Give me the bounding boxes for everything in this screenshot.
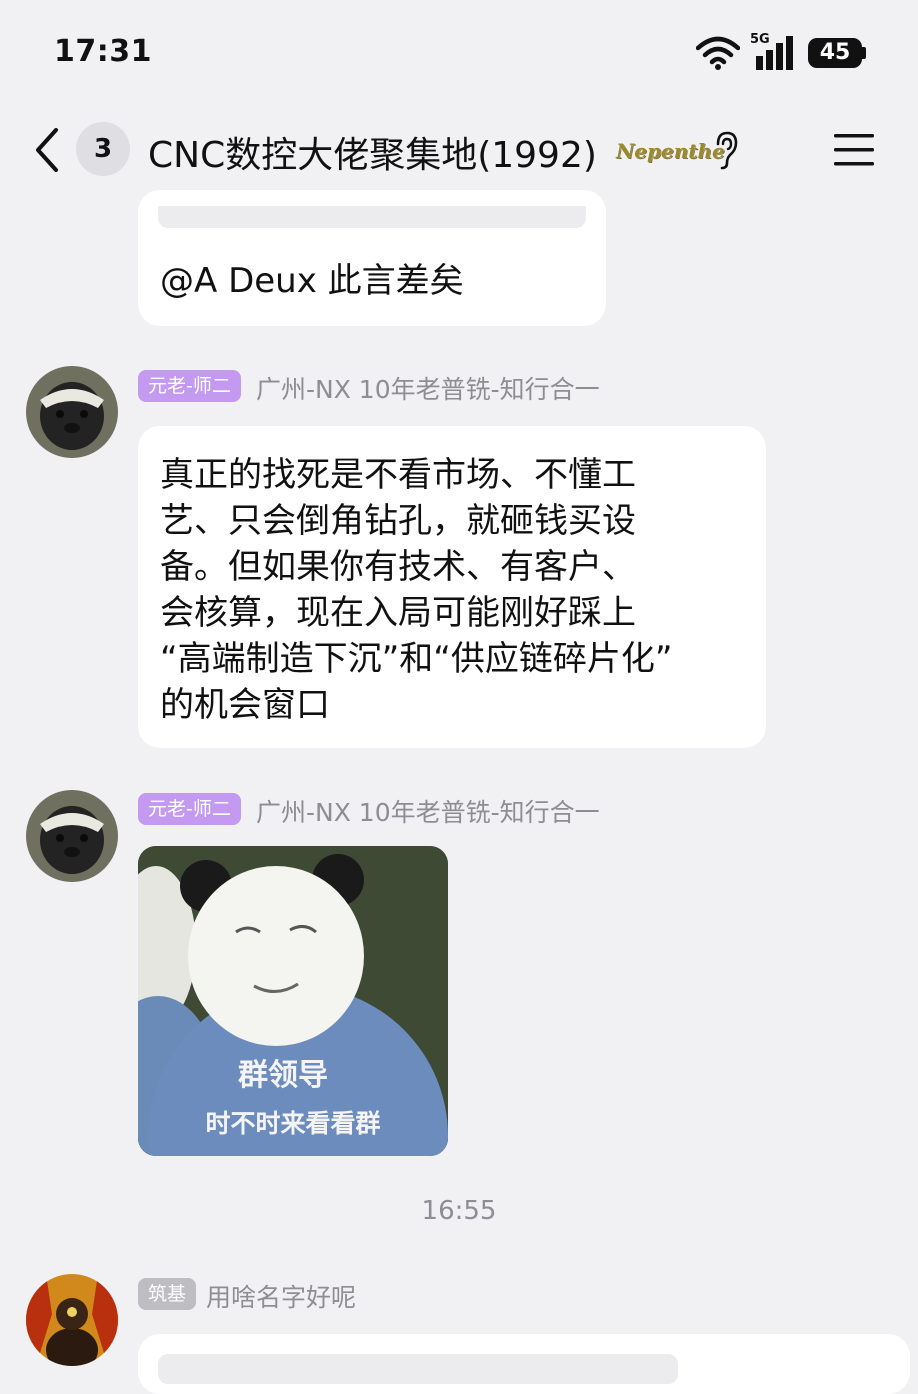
status-bar: 17:31 5G 45: [0, 0, 918, 100]
status-time: 17:31: [54, 34, 152, 69]
message-text-line: 会核算，现在入局可能刚好踩上: [160, 593, 636, 633]
sticker-image[interactable]: 群领导 时不时来看看群: [138, 846, 448, 1156]
message-text: 真正的找死是不看市场、不懂工 艺、只会倒角钻孔，就砸钱买设 备。但如果你有技术、…: [160, 452, 672, 728]
sticker-caption: 群领导: [238, 1058, 328, 1093]
chat-title[interactable]: CNC数控大佬聚集地(1992): [148, 126, 597, 178]
sender-name[interactable]: 广州-NX 10年老普铣-知行合一: [256, 370, 600, 406]
back-arrow-icon[interactable]: [30, 124, 64, 176]
unread-count-badge[interactable]: 3: [76, 122, 130, 176]
sender-name[interactable]: 广州-NX 10年老普铣-知行合一: [256, 793, 600, 829]
message-timestamp: 16:55: [421, 1196, 497, 1226]
message-text-line: 艺、只会倒角钻孔，就砸钱买设: [160, 501, 636, 541]
sender-name[interactable]: 用啥名字好呢: [206, 1278, 356, 1314]
member-title-tag: 元老-师二: [138, 370, 241, 402]
message-text-line: 备。但如果你有技术、有客户、: [160, 547, 636, 587]
ear-mode-icon[interactable]: [712, 130, 742, 170]
message-text-line: “高端制造下沉”和“供应链碎片化”: [160, 639, 673, 679]
chat-header: 3 CNC数控大佬聚集地(1992) Nepenthe: [0, 100, 918, 200]
message-text: @A Deux 此言差矣: [160, 261, 464, 301]
message-bubble[interactable]: 真正的找死是不看市场、不懂工 艺、只会倒角钻孔，就砸钱买设 备。但如果你有技术、…: [138, 426, 766, 748]
wifi-icon: [696, 36, 740, 70]
signal-icon: [756, 36, 793, 70]
avatar[interactable]: [26, 790, 118, 882]
battery-icon: 45: [808, 38, 862, 68]
message-text-line: 的机会窗口: [160, 685, 330, 725]
battery-tip: [862, 47, 866, 59]
member-title-tag: 元老-师二: [138, 793, 241, 825]
member-title-tag: 筑基: [138, 1278, 197, 1310]
avatar[interactable]: [26, 1274, 118, 1366]
reply-quote-preview[interactable]: [158, 206, 586, 228]
avatar[interactable]: [26, 366, 118, 458]
group-badge: Nepenthe: [616, 139, 725, 163]
message-text-line: 真正的找死是不看市场、不懂工: [160, 455, 636, 495]
menu-icon[interactable]: [832, 130, 876, 170]
sticker-caption: 时不时来看看群: [205, 1109, 381, 1138]
reply-quote-preview[interactable]: [158, 1354, 678, 1384]
